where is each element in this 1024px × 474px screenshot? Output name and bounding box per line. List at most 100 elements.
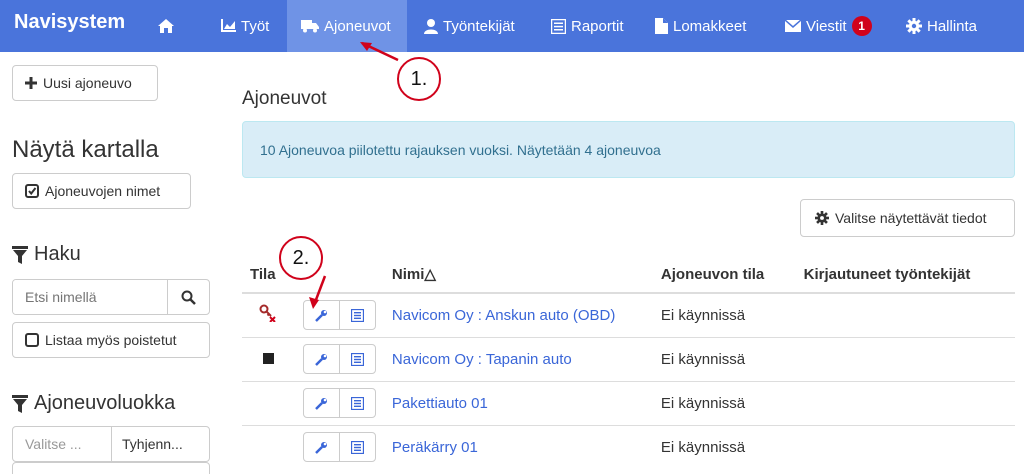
vehicle-link[interactable]: Peräkärry 01 (392, 439, 478, 456)
edit-button[interactable] (302, 432, 340, 463)
search-input[interactable] (13, 280, 167, 314)
row-actions (302, 344, 376, 374)
vehicle-class-heading-label: Ajoneuvoluokka (34, 392, 176, 414)
vehicle-link[interactable]: Pakettiauto 01 (392, 395, 488, 412)
name-cell: Pakettiauto 01 (383, 380, 653, 425)
table-row: Navicom Oy : Anskun auto (OBD) Ei käynni… (242, 292, 1015, 337)
list-icon (350, 352, 364, 366)
nav-label-tyontekijat: Työntekijät (443, 17, 515, 35)
edit-button[interactable] (302, 344, 340, 374)
report-icon (551, 18, 566, 34)
vehicle-state-cell: Ei käynnissä (652, 336, 796, 381)
unread-messages-badge: 1 (851, 16, 872, 36)
vehicle-class-clear-button[interactable]: Tyhjenn... (111, 427, 209, 461)
edit-button[interactable] (302, 300, 340, 331)
name-cell: Peräkärry 01 (383, 424, 653, 469)
sidebar-next-panel (12, 462, 210, 474)
truck-icon (301, 19, 319, 33)
vehicle-class-heading: Ajoneuvoluokka (12, 392, 175, 415)
nav-label-ajoneuvot: Ajoneuvot (324, 17, 391, 35)
details-button[interactable] (338, 300, 376, 331)
nav-tyontekijat[interactable]: Työntekijät (410, 0, 529, 52)
nav-label-hallinta: Hallinta (927, 17, 978, 35)
file-icon (655, 18, 668, 34)
nav-label-tyot: Työt (241, 17, 270, 35)
vehicle-names-label: Ajoneuvojen nimet (45, 183, 161, 199)
list-deleted-button[interactable]: Listaa myös poistetut (12, 322, 210, 358)
status-cell (242, 380, 295, 425)
details-button[interactable] (338, 344, 376, 374)
name-cell: Navicom Oy : Tapanin auto (383, 336, 653, 381)
nav-viestit[interactable]: Viestit 1 (771, 0, 886, 52)
list-icon (350, 308, 364, 322)
search-button[interactable] (167, 280, 209, 314)
nav-home[interactable] (143, 0, 194, 52)
list-icon (350, 440, 364, 454)
status-cell (242, 292, 295, 337)
details-button[interactable] (338, 432, 376, 463)
vehicle-class-group: Valitse ... Tyhjenn... (12, 426, 210, 462)
top-navbar: Navisystem Työt Ajoneuvot Työntekijät Ra… (0, 0, 1024, 52)
col-header-logged-employees[interactable]: Kirjautuneet työntekijät (795, 256, 1015, 294)
nav-lomakkeet[interactable]: Lomakkeet (641, 0, 760, 52)
nav-ajoneuvot[interactable]: Ajoneuvot (287, 0, 407, 52)
plus-icon (25, 77, 37, 89)
vehicle-state-cell: Ei käynnissä (652, 424, 796, 469)
wrench-icon (315, 353, 328, 366)
status-cell (242, 336, 295, 381)
row-actions (302, 300, 376, 331)
vehicles-table: Tila Nimi△ Ajoneuvon tila Kirjautuneet t… (242, 256, 1015, 469)
gear-icon (815, 211, 829, 225)
table-header-row: Tila Nimi△ Ajoneuvon tila Kirjautuneet t… (242, 256, 1015, 294)
wrench-icon (315, 441, 328, 454)
nav-raportit[interactable]: Raportit (537, 0, 638, 52)
col-header-name[interactable]: Nimi△ (383, 256, 653, 294)
list-icon (350, 396, 364, 410)
filter-icon (12, 394, 28, 413)
logged-employees-cell (795, 424, 1015, 469)
nav-tyot[interactable]: Työt (206, 0, 283, 52)
checkbox-checked-icon (25, 184, 39, 198)
search-heading-label: Haku (34, 243, 81, 265)
chart-icon (220, 19, 236, 33)
table-row: Pakettiauto 01 Ei käynnissä (242, 380, 1015, 425)
status-cell (242, 424, 295, 469)
checkbox-unchecked-icon (25, 333, 39, 347)
filter-info-alert: 10 Ajoneuvoa piilotettu rajauksen vuoksi… (242, 121, 1015, 178)
row-actions (302, 388, 376, 418)
edit-button[interactable] (302, 388, 340, 418)
select-fields-button[interactable]: Valitse näytettävät tiedot (800, 199, 1015, 237)
user-icon (424, 18, 438, 34)
brand-logo[interactable]: Navisystem (14, 11, 125, 34)
name-cell: Navicom Oy : Anskun auto (OBD) (383, 292, 653, 337)
table-row: Navicom Oy : Tapanin auto Ei käynnissä (242, 336, 1015, 381)
vehicle-state-cell: Ei käynnissä (652, 292, 796, 337)
logged-employees-cell (795, 292, 1015, 337)
wrench-icon (315, 309, 328, 322)
search-icon (181, 290, 196, 305)
vehicle-link[interactable]: Navicom Oy : Tapanin auto (392, 351, 572, 368)
search-heading: Haku (12, 243, 81, 266)
actions-cell (294, 424, 384, 469)
nav-label-raportit: Raportit (571, 17, 624, 35)
key-x-icon (259, 304, 277, 323)
new-vehicle-button[interactable]: Uusi ajoneuvo (12, 65, 158, 101)
nav-label-viestit: Viestit (806, 17, 847, 35)
list-deleted-label: Listaa myös poistetut (45, 332, 177, 348)
nav-hallinta[interactable]: Hallinta (892, 0, 991, 52)
details-button[interactable] (338, 388, 376, 418)
page-title: Ajoneuvot (242, 88, 327, 109)
vehicle-class-select[interactable]: Valitse ... (13, 427, 111, 461)
search-group (12, 279, 210, 315)
actions-cell (294, 336, 384, 381)
new-vehicle-label: Uusi ajoneuvo (43, 75, 132, 91)
vehicle-link[interactable]: Navicom Oy : Anskun auto (OBD) (392, 307, 615, 324)
stop-icon (262, 352, 274, 364)
row-actions (302, 432, 376, 463)
filter-info-text: 10 Ajoneuvoa piilotettu rajauksen vuoksi… (260, 141, 661, 158)
nav-label-lomakkeet: Lomakkeet (673, 17, 747, 35)
col-header-vehicle-state[interactable]: Ajoneuvon tila (652, 256, 796, 294)
vehicle-names-button[interactable]: Ajoneuvojen nimet (12, 173, 191, 209)
logged-employees-cell (795, 380, 1015, 425)
wrench-icon (315, 397, 328, 410)
